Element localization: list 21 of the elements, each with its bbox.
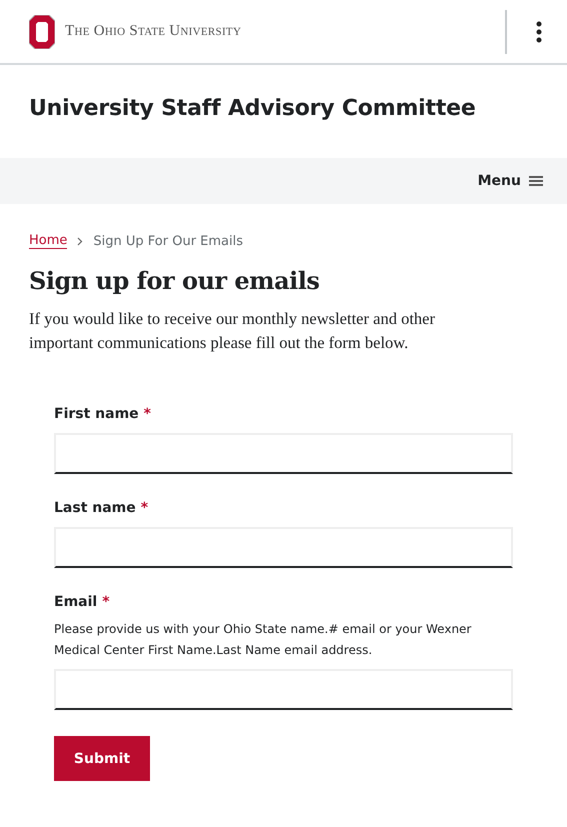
submit-button[interactable]: Submit: [54, 736, 150, 781]
chevron-icon: [77, 236, 84, 246]
required-marker: *: [102, 594, 110, 610]
field-label: Email: [54, 594, 98, 610]
required-marker: *: [144, 406, 151, 422]
input-field[interactable]: [54, 669, 513, 710]
breadcrumb-current: Sign Up For Our Emails: [93, 234, 244, 248]
required-marker: *: [140, 500, 148, 516]
input-field[interactable]: [54, 433, 513, 474]
intro-paragraph: If you would like to receive our monthly newsletter and other important communications please fill out the form below.: [29, 308, 436, 354]
university-wordmark: The Ohio State University: [65, 23, 242, 40]
site-title: University Staff Advisory Committee: [29, 95, 477, 121]
breadcrumb-link[interactable]: Home: [29, 233, 68, 249]
input-field[interactable]: [54, 527, 513, 568]
page-heading: Sign up for our emails: [29, 266, 320, 295]
field-help-text: Please provide us with your Ohio State name.# email or your Wexner Medical Center First Name.Last Name email address.: [54, 621, 472, 659]
menu-button[interactable]: Menu: [478, 173, 543, 189]
menu-icon: [529, 175, 543, 187]
field-label: First name: [54, 406, 139, 422]
block-o-logo-icon: [29, 14, 55, 48]
field-label: Last name: [54, 500, 136, 516]
